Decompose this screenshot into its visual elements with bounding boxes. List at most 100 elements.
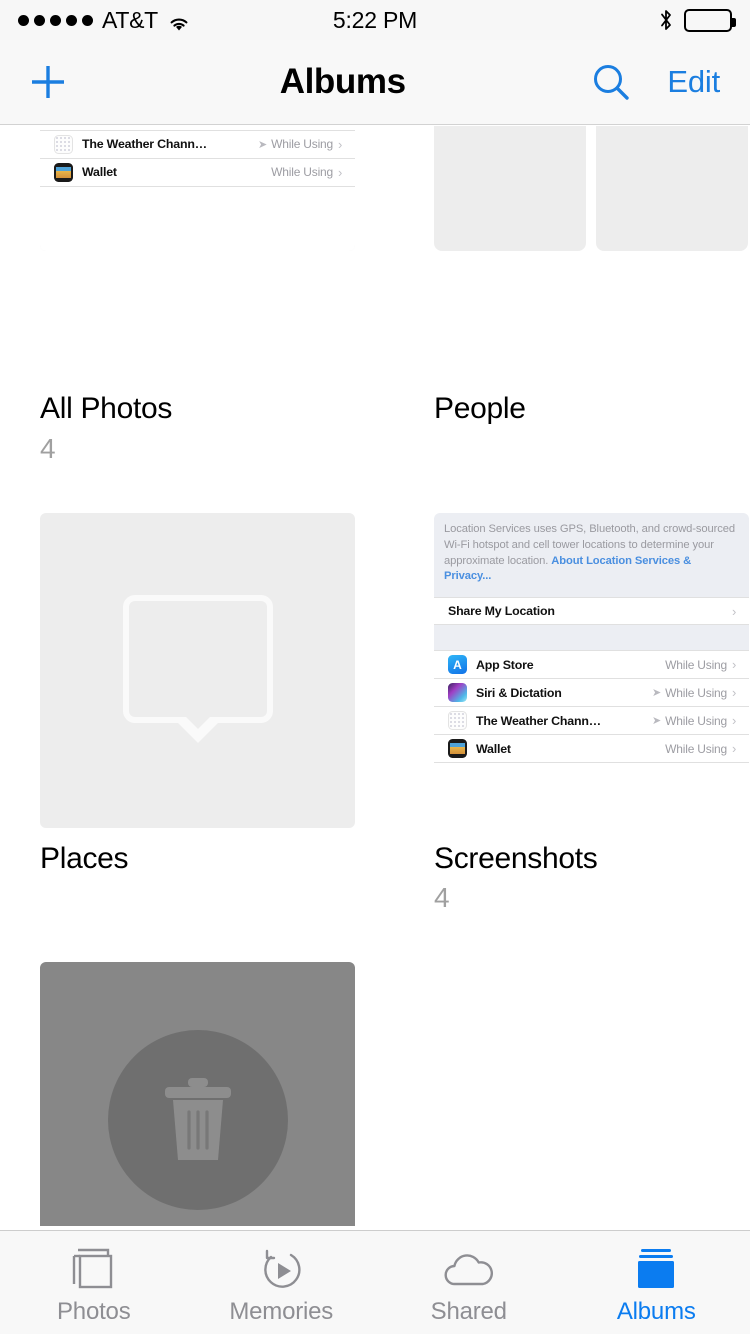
status-bar-left: AT&T [18,7,333,34]
location-arrow-icon: ➤ [257,138,268,151]
people-placeholder-tiles [434,126,749,251]
navigation-bar: Albums Edit [0,40,750,125]
all-photos-thumbnail: Location Services uses GPS, Bluetooth, a… [40,126,355,251]
weather-channel-icon [448,711,467,731]
settings-app-value: While Using [665,657,727,672]
chevron-right-icon: › [338,164,343,180]
album-count: 4 [434,882,450,914]
search-button[interactable] [589,60,633,104]
status-bar: AT&T 5:22 PM [0,0,750,40]
share-my-location-row: Share My Location › [434,597,749,626]
tab-shared[interactable]: Shared [375,1231,563,1326]
chevron-right-icon: › [732,657,737,673]
search-icon [594,65,630,100]
settings-screenshot-mock: Location Services uses GPS, Bluetooth, a… [434,512,749,828]
settings-app-value: While Using [665,713,727,728]
cloud-icon [439,1244,499,1296]
chevron-right-icon: › [732,713,737,729]
settings-app-value: While Using [665,741,727,756]
battery-icon [684,8,737,32]
tab-albums[interactable]: Albums [563,1231,750,1326]
album-item-all-photos[interactable]: Location Services uses GPS, Bluetooth, a… [40,126,395,465]
app-store-icon: A [448,655,467,675]
plus-icon [32,66,64,98]
location-arrow-icon: ➤ [651,715,662,728]
settings-app-row: Siri & Dictation ➤ While Using › [434,679,749,708]
memories-play-icon [253,1244,309,1296]
map-pin-placeholder [40,512,355,828]
settings-app-name: App Store [476,657,534,672]
people-placeholder-tile [596,126,748,251]
tab-label: Photos [56,1298,131,1325]
settings-section-gap [434,625,749,652]
album-item-screenshots[interactable]: Location Services uses GPS, Bluetooth, a… [434,512,750,915]
settings-app-row: The Weather Chann… ➤ While Using › [40,130,355,159]
status-bar-right [417,8,737,32]
add-album-button[interactable] [0,59,96,105]
recently-deleted-thumbnail [40,962,355,1226]
navigation-bar-right: Edit [589,60,750,104]
tab-label: Memories [229,1298,334,1325]
all-photos-thumbnail-clip: Location Services uses GPS, Bluetooth, a… [40,126,395,378]
albums-row-1: Location Services uses GPS, Bluetooth, a… [0,126,750,465]
settings-app-name: The Weather Chann… [476,713,601,728]
settings-app-row: Wallet While Using › [40,158,355,187]
status-bar-clock: 5:22 PM [332,6,418,33]
wallet-icon [54,162,73,182]
albums-grid-scroll[interactable]: Location Services uses GPS, Bluetooth, a… [0,126,750,1226]
settings-app-name: Siri & Dictation [476,685,562,700]
chevron-right-icon: › [338,136,343,152]
settings-app-row: The Weather Chann… ➤ While Using › [434,707,749,736]
album-item-recently-deleted[interactable]: Recently Deleted 62 [40,962,395,1226]
photos-stack-icon [66,1244,122,1296]
album-item-people[interactable]: People [434,126,750,465]
album-title: Screenshots [434,841,598,875]
album-count: 4 [40,432,56,464]
settings-app-value: While Using [271,137,333,152]
places-thumbnail [40,512,355,828]
people-thumbnail [434,126,749,251]
settings-app-name: The Weather Chann… [82,137,207,152]
chevron-right-icon: › [732,741,737,757]
settings-app-row: A App Store While Using › [434,651,749,680]
settings-app-row: Wallet While Using › [434,735,749,764]
chevron-right-icon: › [732,685,737,701]
albums-grid-empty-cell [434,962,750,1226]
map-pin-icon [122,595,273,745]
albums-book-icon [628,1244,684,1296]
people-thumbnail-clip [434,126,750,378]
edit-button[interactable]: Edit [667,64,720,100]
tab-memories[interactable]: Memories [188,1231,376,1326]
wallet-icon [448,739,467,759]
location-services-note: Location Services uses GPS, Bluetooth, a… [434,512,749,598]
album-title: All Photos [40,392,173,425]
screenshots-thumbnail: Location Services uses GPS, Bluetooth, a… [434,512,749,828]
tab-label: Albums [616,1298,696,1325]
carrier-label: AT&T [102,6,158,33]
share-my-location-label: Share My Location [448,604,555,619]
settings-app-value: While Using [665,685,727,700]
signal-strength-icon [18,14,93,26]
location-arrow-icon: ➤ [651,687,662,700]
chevron-right-icon: › [732,603,737,619]
wifi-icon [167,11,191,31]
album-item-places[interactable]: Places [40,512,395,915]
weather-channel-icon [54,134,73,154]
album-title: Places [40,841,129,875]
settings-app-value: While Using [271,165,333,180]
settings-app-name: Wallet [82,165,117,180]
trash-icon [164,1077,231,1160]
tab-bar: Photos Memories Shared Albums [0,1230,750,1334]
albums-row-2: Places Location Services uses GPS, Bluet… [0,512,750,915]
settings-app-name: Wallet [476,741,511,756]
tab-label: Shared [430,1298,507,1325]
bluetooth-icon [658,8,674,32]
photos-albums-screen: AT&T 5:22 PM Albums Edit The Weather Cha… [0,0,750,1334]
people-placeholder-tile [434,126,586,251]
albums-row-3: Recently Deleted 62 [0,962,750,1226]
trash-circle-backdrop [107,1029,288,1210]
album-title: People [434,392,526,425]
tab-photos[interactable]: Photos [0,1231,188,1326]
page-title: Albums [279,62,406,101]
settings-screenshot-mock: Location Services uses GPS, Bluetooth, a… [40,126,355,251]
